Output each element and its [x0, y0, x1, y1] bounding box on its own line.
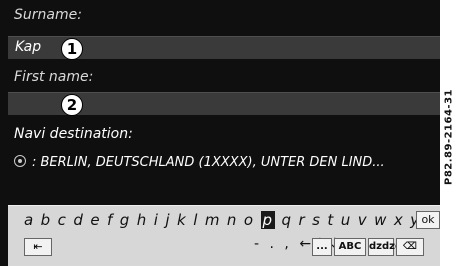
- delete-button[interactable]: ⌫: [396, 238, 424, 256]
- letters-before[interactable]: a b c d e f g h i j k l m n o: [24, 211, 261, 229]
- selected-letter-key[interactable]: p: [260, 211, 276, 229]
- letter-row[interactable]: a b c d e f g h i j k l m n o p q r s t …: [24, 211, 440, 229]
- callout-2: 2: [61, 94, 83, 116]
- character-set-button[interactable]: ǳǳǳ: [368, 238, 408, 256]
- abc-button[interactable]: ABC: [334, 238, 366, 256]
- display-screen: Surname: Kap 1 First name: 2 Navi destin…: [0, 0, 440, 266]
- backspace-icon: ⌫: [402, 241, 418, 252]
- ellipsis-button[interactable]: ...: [312, 238, 332, 256]
- callout-1: 1: [61, 38, 83, 60]
- figure-code-text: P82.89-2164-31: [443, 88, 454, 185]
- surname-label: Surname:: [14, 7, 82, 23]
- keyboard-function-row: ⇤ - . , ←↑↓→ ... ABC ǳǳǳ ⌫: [8, 236, 440, 262]
- firstname-label: First name:: [14, 69, 94, 85]
- return-icon: ⇤: [33, 240, 43, 253]
- destination-icon: [14, 155, 26, 167]
- navi-destination-value: : BERLIN, DEUTSCHLAND (1XXXX), UNTER DEN…: [32, 155, 385, 170]
- surname-value: Kap: [15, 39, 42, 55]
- ok-button[interactable]: ok: [416, 211, 440, 229]
- navi-label: Navi destination:: [14, 126, 133, 142]
- figure-code: P82.89-2164-31: [441, 0, 456, 273]
- return-button[interactable]: ⇤: [24, 238, 52, 256]
- character-keyboard: a b c d e f g h i j k l m n o p q r s t …: [8, 205, 440, 266]
- navi-destination-row[interactable]: : BERLIN, DEUTSCHLAND (1XXXX), UNTER DEN…: [14, 155, 385, 170]
- punctuation-keys[interactable]: - . ,: [254, 236, 292, 252]
